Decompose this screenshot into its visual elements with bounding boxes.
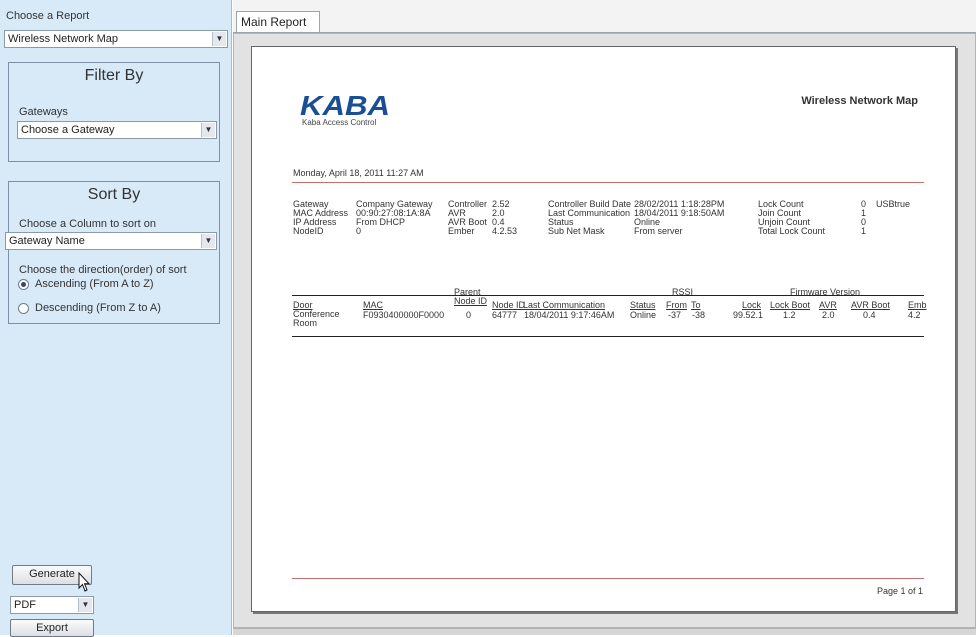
report-title: Wireless Network Map [801,95,918,107]
page-number: Page 1 of 1 [876,586,923,596]
choose-report-label: Choose a Report [6,10,90,22]
cell-parent-node-id: 0 [466,310,472,320]
cell-last-communication: 18/04/2011 9:17:46AM [524,310,615,320]
column-header-rssi-from: From [666,300,687,310]
info-extra: USBtrue [876,199,911,209]
sort-column-value: Gateway Name [9,235,85,247]
descending-radio[interactable] [18,303,29,314]
info-label: Sub Net Mask [548,226,605,236]
column-header-mac: MAC [363,300,383,310]
column-header-last-communication: Last Communication [523,300,606,310]
report-page: KABA Kaba Access Control Wireless Networ… [251,46,956,612]
sort-column-label: Choose a Column to sort on [19,218,156,230]
column-header-lock-boot: Lock Boot [770,300,811,310]
cell-door: Conference Room [293,309,340,328]
column-header-ember: Emb [908,300,927,310]
cell-rssi-from: -37 [668,310,682,320]
cell-lock-boot: 1.2 [783,310,796,320]
cell-lock: 99.52.1 [733,310,764,320]
logo-subtitle: Kaba Access Control [302,118,377,127]
info-label: NodeID [293,226,324,236]
cell-rssi-to: -38 [692,310,706,320]
chevron-down-icon[interactable]: ▼ [212,32,226,46]
mouse-cursor-icon [78,572,91,592]
report-select-value: Wireless Network Map [8,33,119,45]
info-value: 1 [861,226,867,236]
gateways-label: Gateways [19,106,68,118]
column-header-avr: AVR [819,300,837,310]
chevron-down-icon[interactable]: ▼ [78,598,92,612]
gateway-select[interactable]: Choose a Gateway ▼ [17,121,217,139]
header-rule [292,182,924,183]
column-header-node-id: Node ID [492,300,526,310]
info-value: From DHCP [356,217,405,227]
sort-by-title: Sort By [87,186,141,203]
sort-direction-label: Choose the direction(order) of sort [19,264,187,276]
report-date: Monday, April 18, 2011 11:27 AM [293,168,424,178]
cell-ember: 4.2 [908,310,921,320]
ascending-radio[interactable] [18,279,29,290]
cell-status: Online [630,310,657,320]
cell-mac: F0930400000F0000 [363,310,445,320]
export-format-value: PDF [14,599,36,611]
cell-node-id: 64777 [492,310,518,320]
cell-avr-boot: 0.4 [863,310,876,320]
table-bottom-rule [292,336,924,337]
table-top-rule [292,295,924,296]
column-header-lock: Lock [742,300,762,310]
info-value: 0 [356,226,362,236]
gateway-select-value: Choose a Gateway [21,124,115,136]
report-viewer-area: Main Report KABA Kaba Access Control Wir… [233,0,976,635]
footer-rule [292,578,924,579]
column-header-status: Status [630,300,656,310]
svg-text:KABA: KABA [300,90,390,118]
ascending-label[interactable]: Ascending (From A to Z) [35,278,154,290]
column-header-rssi-to: To [691,300,701,310]
column-header-parent-node-id: Node ID [454,296,488,306]
sort-column-select[interactable]: Gateway Name ▼ [5,232,217,250]
kaba-logo: KABA [300,90,390,118]
info-label: Total Lock Count [758,226,826,236]
filter-by-group: Filter By Gateways Choose a Gateway ▼ [8,62,220,162]
viewer-bottom-bar [233,628,976,635]
export-format-select[interactable]: PDF ▼ [10,596,94,614]
export-button[interactable]: Export [10,619,94,637]
tab-main-report[interactable]: Main Report [236,11,320,33]
column-header-avr-boot: AVR Boot [851,300,890,310]
report-viewer[interactable]: KABA Kaba Access Control Wireless Networ… [233,33,976,628]
sort-by-group: Sort By Choose a Column to sort on Gatew… [5,181,220,324]
chevron-down-icon[interactable]: ▼ [201,234,215,248]
info-label: Ember [448,226,475,236]
descending-label[interactable]: Descending (From Z to A) [35,302,161,314]
report-select[interactable]: Wireless Network Map ▼ [4,30,228,48]
cell-avr: 2.0 [822,310,835,320]
info-value: 4.2.53 [492,226,518,236]
chevron-down-icon[interactable]: ▼ [201,123,215,137]
report-options-panel: Choose a Report Wireless Network Map ▼ F… [0,0,232,637]
info-value: From server [634,226,683,236]
filter-by-title: Filter By [84,67,144,84]
